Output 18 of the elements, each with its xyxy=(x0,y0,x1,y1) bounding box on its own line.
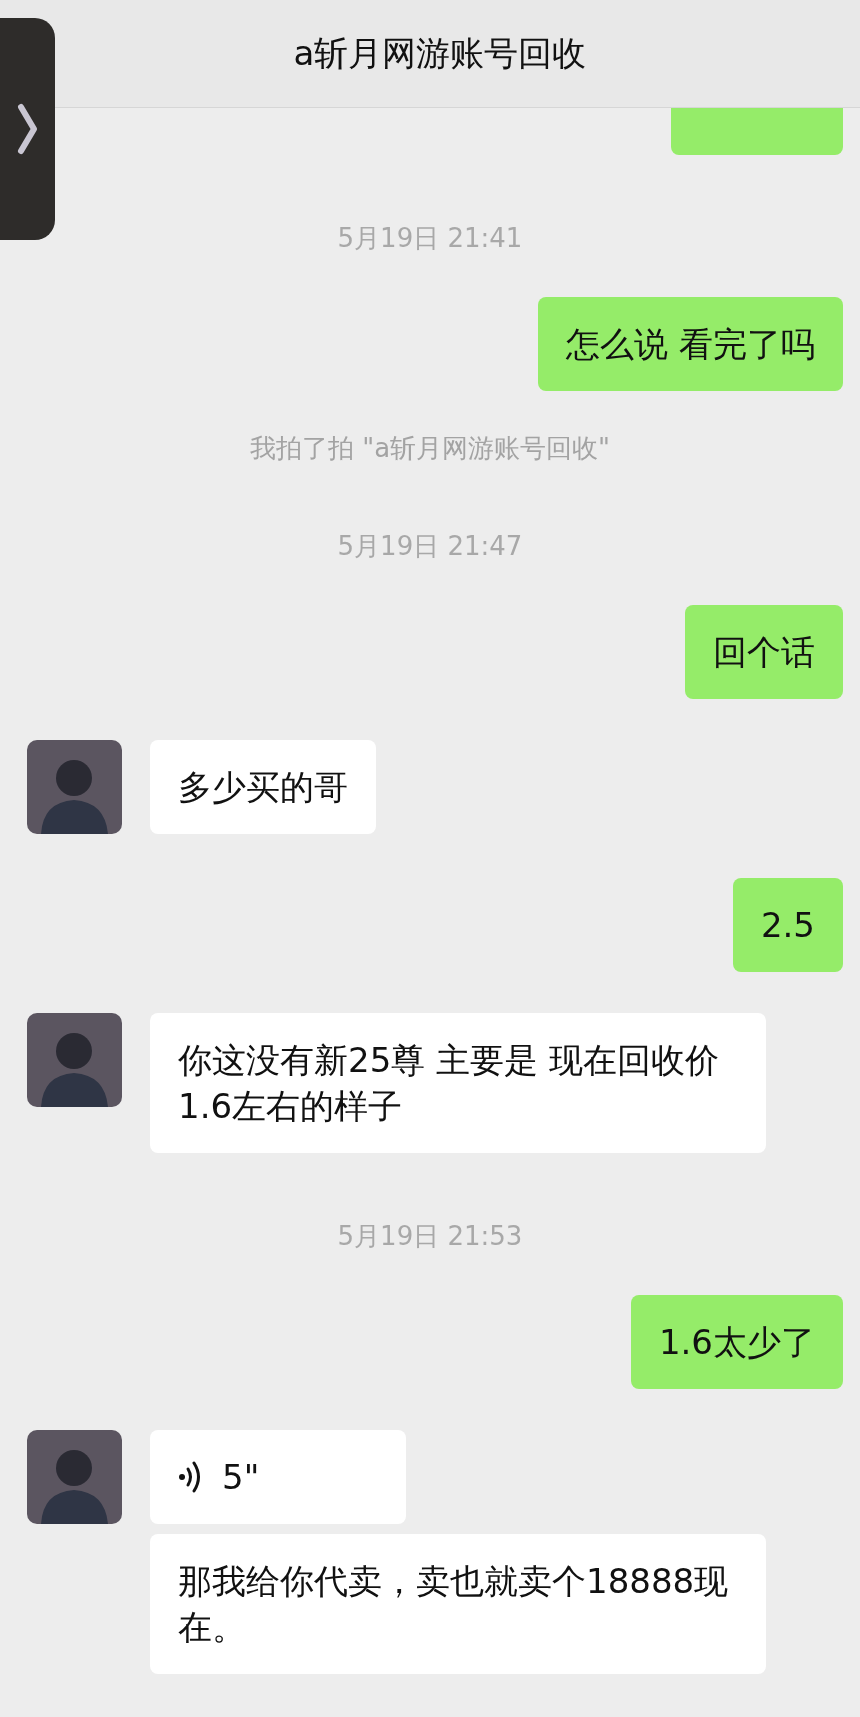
chevron-icon xyxy=(16,103,39,155)
message-bubble: 那我给你代卖，卖也就卖个18888现在。 xyxy=(150,1534,766,1674)
message-bubble: 1.6太少了 xyxy=(630,1295,843,1389)
message-bubble: 多少买的哥 xyxy=(150,740,376,834)
timestamp: 5月19日 21:47 xyxy=(337,531,523,561)
voice-message[interactable]: 5" xyxy=(150,1430,406,1524)
system-message: 我拍了拍 "a斩月网游账号回收" xyxy=(249,433,611,463)
timestamp: 5月19日 21:41 xyxy=(337,223,523,253)
timestamp: 5月19日 21:53 xyxy=(337,1221,523,1251)
message-bubble: 你这没有新25尊 主要是 现在回收价1.6左右的样子 xyxy=(150,1013,766,1153)
chat-title: a斩月网游账号回收 xyxy=(292,31,587,75)
avatar[interactable] xyxy=(27,1013,122,1107)
avatar[interactable] xyxy=(27,740,122,834)
message-bubble: 回个话 xyxy=(685,605,843,699)
message-bubble: 2.5 xyxy=(732,878,843,972)
message-bubble: 怎么说 看完了吗 xyxy=(538,297,843,391)
side-handle[interactable] xyxy=(0,18,55,240)
avatar[interactable] xyxy=(27,1430,122,1524)
